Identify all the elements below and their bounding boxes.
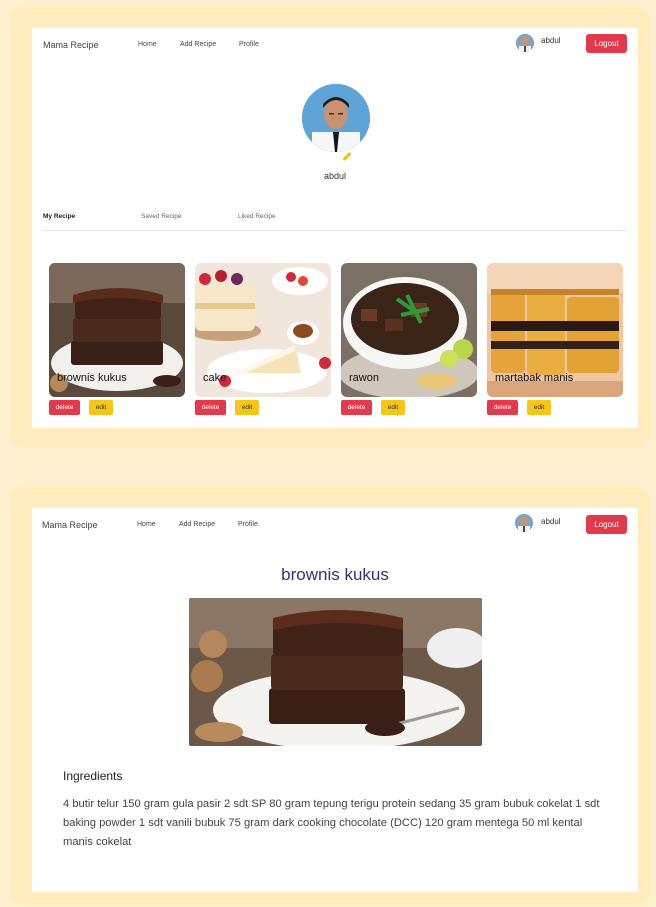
tab-my-recipe[interactable]: My Recipe: [43, 213, 75, 220]
profile-photo[interactable]: [302, 84, 370, 152]
edit-button[interactable]: edit: [527, 400, 551, 415]
nav-add-recipe[interactable]: Add Recipe: [180, 41, 216, 48]
recipe-photo: [189, 598, 482, 746]
nav-profile[interactable]: Profile: [238, 521, 258, 528]
edit-button[interactable]: edit: [89, 400, 113, 415]
user-avatar[interactable]: [516, 34, 534, 52]
navbar: Mama Recipe Home Add Recipe Profile abdu…: [32, 508, 638, 538]
edit-photo-pencil-icon[interactable]: [342, 151, 352, 162]
delete-button[interactable]: delete: [341, 400, 372, 415]
ingredients-text: 4 butir telur 150 gram gula pasir 2 sdt …: [63, 798, 600, 848]
recipe-detail-page: Mama Recipe Home Add Recipe Profile abdu…: [32, 508, 638, 892]
user-avatar[interactable]: [515, 514, 533, 532]
edit-button[interactable]: edit: [381, 400, 405, 415]
profile-portrait-icon: [302, 84, 370, 152]
logout-button[interactable]: Logout: [586, 515, 627, 534]
profile-name: abdul: [323, 171, 347, 181]
delete-button[interactable]: delete: [487, 400, 518, 415]
avatar-portrait-icon: [515, 514, 533, 532]
recipe-title: brownis kukus: [281, 565, 389, 584]
edit-button[interactable]: edit: [235, 400, 259, 415]
tab-divider: [43, 230, 627, 231]
delete-button[interactable]: delete: [49, 400, 80, 415]
ingredients-heading: Ingredients: [63, 769, 123, 783]
user-name: abdul: [541, 517, 561, 526]
tab-liked-recipe[interactable]: Liked Recipe: [238, 213, 276, 220]
recipe-card[interactable]: rawon: [341, 263, 477, 397]
delete-button[interactable]: delete: [195, 400, 226, 415]
nav-profile[interactable]: Profile: [239, 41, 259, 48]
tab-saved-recipe[interactable]: Saved Recipe: [141, 213, 181, 220]
brand-logo[interactable]: Mama Recipe: [42, 520, 98, 530]
profile-page: Mama Recipe Home Add Recipe Profile abdu…: [32, 28, 638, 428]
recipe-card-title: martabak manis: [495, 372, 574, 384]
recipe-card-title: brownis kukus: [57, 372, 127, 384]
recipe-card[interactable]: brownis kukus: [49, 263, 185, 397]
recipe-card-title: rawon: [349, 372, 379, 384]
brand-logo[interactable]: Mama Recipe: [43, 40, 99, 50]
user-name: abdul: [541, 36, 561, 45]
recipe-card[interactable]: martabak manis: [487, 263, 623, 397]
nav-home[interactable]: Home: [138, 41, 157, 48]
avatar-portrait-icon: [516, 34, 534, 52]
navbar: Mama Recipe Home Add Recipe Profile abdu…: [32, 28, 638, 58]
nav-home[interactable]: Home: [137, 521, 156, 528]
recipe-photo-brownies-large: [189, 598, 482, 746]
recipe-card-title: cake: [203, 372, 227, 384]
recipe-card[interactable]: cake: [195, 263, 331, 397]
logout-button[interactable]: Logout: [586, 34, 627, 53]
nav-add-recipe[interactable]: Add Recipe: [179, 521, 215, 528]
